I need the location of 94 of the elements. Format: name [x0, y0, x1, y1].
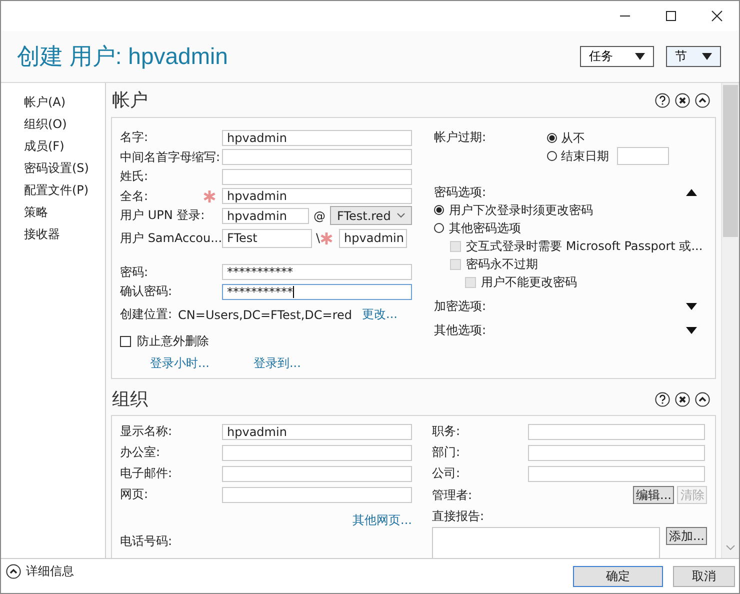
scrollbar[interactable]: [721, 83, 739, 558]
radio-label: 用户下次登录时须更改密码: [449, 202, 593, 218]
dropdown-button[interactable]: 节: [666, 46, 721, 67]
add-button[interactable]: 添加...: [666, 527, 708, 545]
maximize-icon[interactable]: [665, 10, 677, 22]
section-label: 密码选项:: [434, 184, 486, 200]
radio-label: 其他密码选项: [449, 220, 521, 236]
close-icon[interactable]: [675, 392, 690, 406]
details-label[interactable]: 详细信息: [26, 562, 74, 580]
sidebar-item[interactable]: 策略: [1, 201, 105, 223]
checkbox-label: 防止意外删除: [137, 332, 209, 350]
field-label: 直接报告:: [432, 508, 484, 525]
sidebar-item[interactable]: 帐户(A): [1, 91, 105, 113]
input-field[interactable]: [222, 149, 412, 166]
section-title: 帐户: [112, 89, 148, 112]
checkbox-label: 密码永不过期: [466, 256, 538, 272]
input-field[interactable]: [222, 486, 412, 502]
domain-dropdown[interactable]: FTest.red: [330, 206, 412, 226]
expand-icon[interactable]: [6, 564, 21, 578]
radio-button[interactable]: [434, 223, 444, 233]
dropdown-button[interactable]: 任务: [580, 46, 654, 67]
sidebar-item[interactable]: 成员(F): [1, 135, 105, 157]
dialog-button[interactable]: 取消: [673, 566, 735, 586]
input-field[interactable]: hpvadmin: [222, 130, 412, 146]
close-icon[interactable]: [675, 92, 690, 108]
field-label: 职务:: [432, 424, 460, 438]
sidebar-item[interactable]: 密码设置(S): [1, 157, 105, 179]
field-label: 密码:: [120, 264, 148, 281]
expander-icon[interactable]: [686, 326, 697, 334]
close-icon[interactable]: [711, 10, 723, 22]
help-icon[interactable]: [655, 92, 670, 108]
dropdown-arrow-icon: [702, 53, 712, 60]
field-label: 确认密码:: [120, 283, 172, 300]
input-field[interactable]: [222, 444, 412, 460]
field-label: 部门:: [432, 445, 460, 459]
input-field[interactable]: [528, 466, 705, 482]
expander-icon[interactable]: [686, 302, 697, 310]
field-label: 全名:: [120, 188, 148, 205]
input-field[interactable]: hpvadmin: [339, 228, 408, 248]
dialog-button[interactable]: 确定: [573, 566, 663, 586]
input-field[interactable]: [528, 424, 705, 440]
at-sign: @: [312, 208, 326, 223]
backslash: \: [316, 231, 320, 245]
change-link[interactable]: 更改...: [362, 306, 398, 323]
radio-label: 结束日期: [561, 148, 609, 164]
sidebar-item[interactable]: 组织(O): [1, 113, 105, 135]
field-label: 办公室:: [120, 444, 160, 461]
field-label: 电子邮件:: [120, 465, 172, 482]
input-field[interactable]: [528, 444, 705, 460]
field-label: 管理者:: [432, 486, 472, 504]
checkbox[interactable]: [120, 336, 131, 347]
field-label: 用户 UPN 登录:: [120, 207, 205, 224]
input-field[interactable]: FTest: [222, 228, 312, 248]
radio-button[interactable]: [547, 133, 557, 143]
expander-icon[interactable]: [686, 188, 697, 196]
password-field[interactable]: ***********: [222, 264, 412, 280]
field-label: 电话号码:: [120, 533, 172, 550]
collapse-icon[interactable]: [695, 392, 710, 406]
section-label: 加密选项:: [434, 298, 486, 314]
collapse-icon[interactable]: [695, 92, 710, 108]
field-label: 姓氏:: [120, 168, 148, 186]
field-label: 创建位置:: [120, 306, 172, 323]
date-field[interactable]: [617, 147, 669, 165]
sidebar-item[interactable]: 接收器: [1, 223, 105, 245]
field-label: 网页:: [120, 486, 148, 503]
field-label: 公司:: [432, 466, 460, 480]
radio-button[interactable]: [434, 205, 444, 215]
input-field[interactable]: hpvadmin: [222, 208, 309, 224]
field-label: 显示名称:: [120, 423, 172, 440]
input-field[interactable]: hpvadmin: [222, 424, 412, 440]
link[interactable]: 登录到...: [253, 354, 301, 372]
link[interactable]: 登录小时...: [150, 354, 210, 372]
section-label: 其他选项:: [434, 322, 486, 338]
radio-button[interactable]: [547, 151, 557, 161]
checkbox-label: 用户不能更改密码: [481, 274, 577, 290]
link[interactable]: 其他网页...: [352, 512, 412, 528]
sidebar-item[interactable]: 配置文件(P): [1, 179, 105, 201]
field-label: 用户 SamAccou...: [120, 230, 222, 246]
input-field[interactable]: [222, 168, 412, 185]
field-label: 名字:: [120, 129, 148, 146]
field-label: 帐户过期:: [434, 129, 488, 146]
help-icon[interactable]: [655, 392, 670, 406]
input-field[interactable]: [222, 466, 412, 482]
input-field[interactable]: hpvadmin: [222, 188, 412, 204]
password-field[interactable]: ***********: [222, 284, 412, 300]
location-path: CN=Users,DC=FTest,DC=red: [178, 308, 352, 322]
window-title: 创建 用户: hpvadmin: [17, 42, 228, 71]
field-label: 中间名首字母缩写:: [120, 148, 220, 166]
small-button[interactable]: 编辑...: [633, 486, 674, 504]
chevron-down-icon: [397, 213, 405, 218]
radio-label: 从不: [561, 130, 585, 146]
section-title: 组织: [112, 388, 148, 411]
dropdown-arrow-icon: [635, 53, 645, 60]
checkbox-label: 交互式登录时需要 Microsoft Passport 或...: [466, 238, 703, 254]
